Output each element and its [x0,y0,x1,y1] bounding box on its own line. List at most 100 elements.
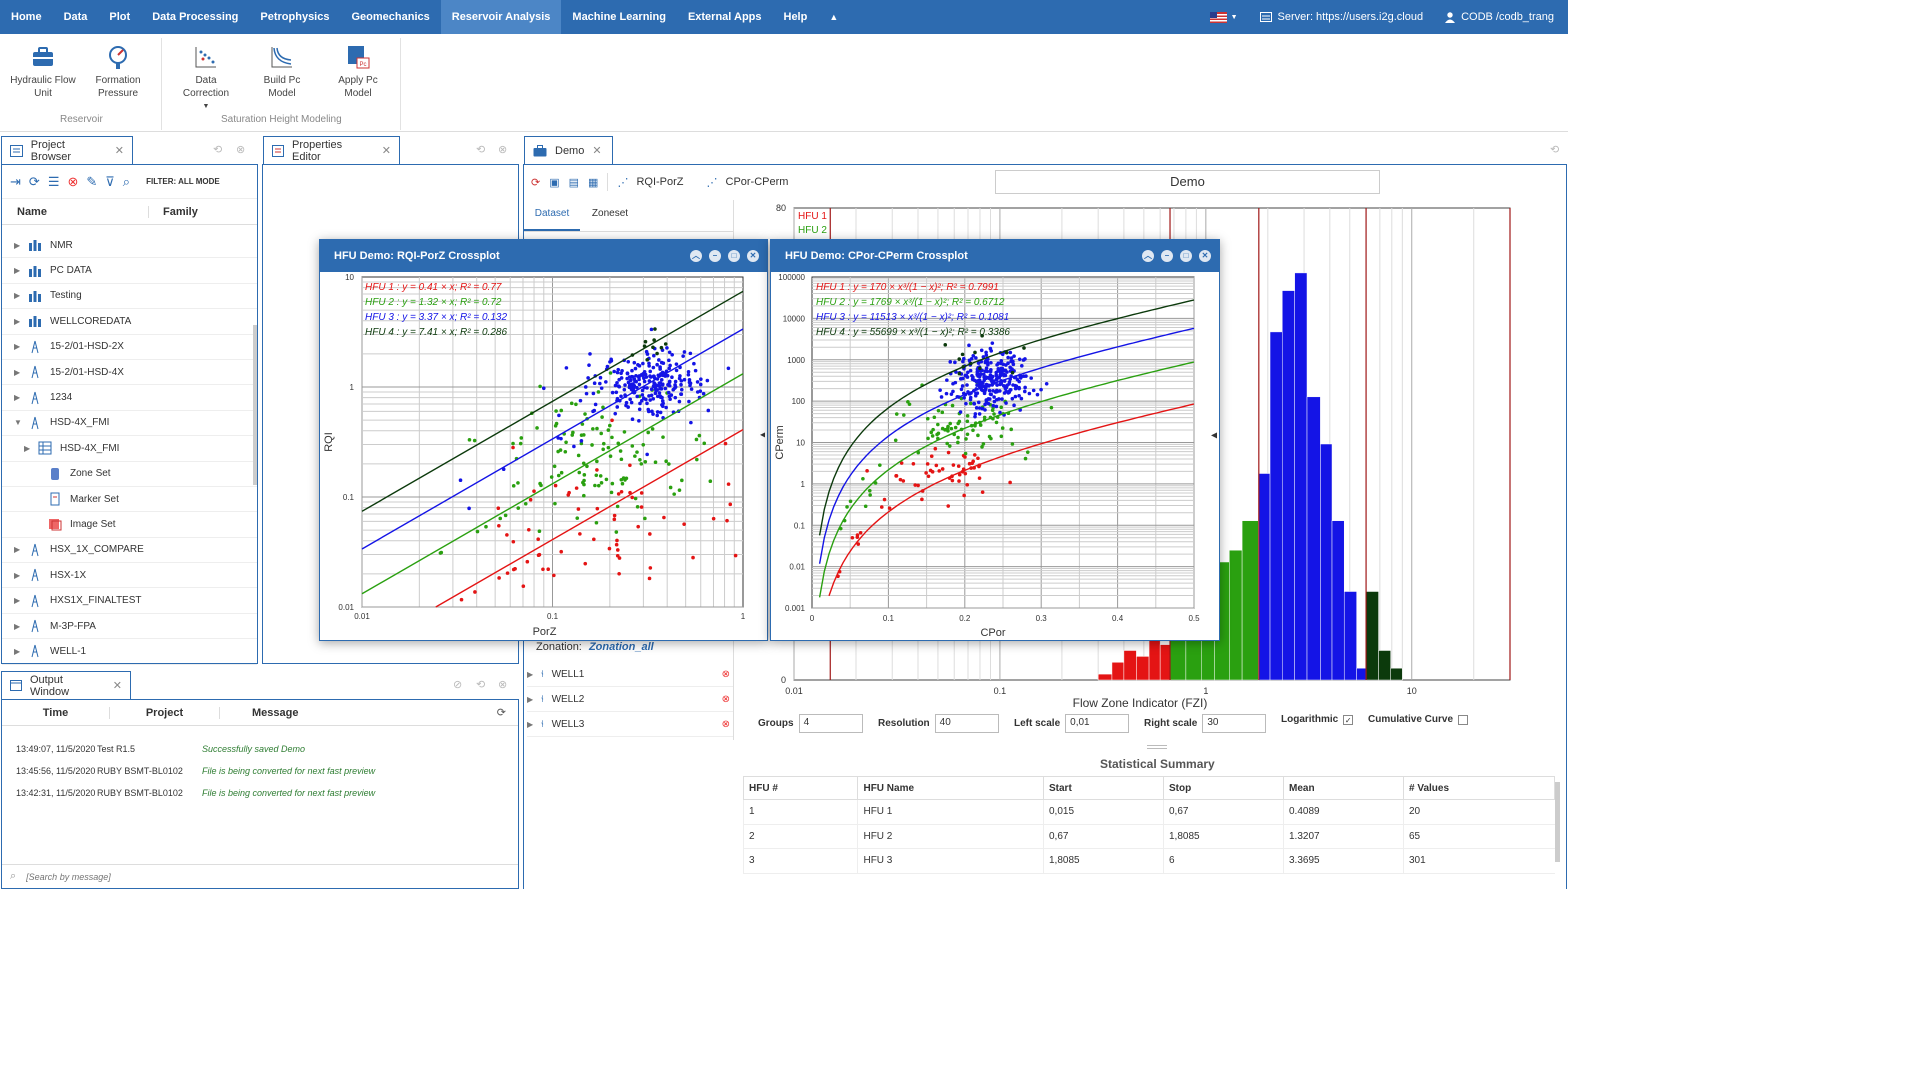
tree-item[interactable]: Marker Set [2,487,257,513]
menu-data[interactable]: Data [53,0,99,34]
resize-handle[interactable] [1147,745,1167,749]
logarithmic-checkbox[interactable]: ✓ [1343,714,1354,725]
panel-restore-icon[interactable]: ⟲ [1550,143,1559,156]
tree-item[interactable]: ▶ HSX_1X_COMPARE [2,538,257,564]
menu-data-processing[interactable]: Data Processing [141,0,249,34]
remove-icon[interactable]: ⊗ [722,669,730,680]
chevron-right-icon[interactable]: ▶ [14,342,24,351]
tab-demo[interactable]: Demo ✕ [524,136,613,164]
tree-item[interactable]: ▶ HSX-1X [2,563,257,589]
menu-home[interactable]: Home [0,0,53,34]
tree-item[interactable]: ▶ HXS1X_FINALTEST [2,588,257,614]
panel-close-icon[interactable]: ⊗ [498,143,507,156]
expand-icon[interactable]: ▶ [527,670,537,679]
tab-properties-editor[interactable]: Properties Editor ✕ [263,136,400,164]
minimize-icon[interactable]: – [709,250,721,262]
build-pc-model-button[interactable]: Build Pc Model [254,44,310,100]
save-icon[interactable]: ▣ [549,176,559,189]
tree-item[interactable]: Zone Set [2,462,257,487]
resolution-input[interactable]: 40 [934,714,999,733]
tree-item[interactable]: Image Set [2,512,257,538]
collapse-all-icon[interactable]: ☰ [48,174,60,190]
chevron-right-icon[interactable]: ▶ [14,622,24,631]
chevron-right-icon[interactable]: ▶ [14,545,24,554]
tab-output-window[interactable]: Output Window ✕ [1,671,131,699]
menu-external-apps[interactable]: External Apps [677,0,773,34]
well-row[interactable]: ▶ ⫮ WELL1 ⊗ [527,662,733,687]
scrollbar[interactable] [253,325,257,485]
column-name[interactable]: Name [2,205,149,218]
chevron-right-icon[interactable]: ▶ [14,266,24,275]
collapse-icon[interactable]: ︿ [690,250,702,262]
chevron-right-icon[interactable]: ▶ [14,596,24,605]
close-icon[interactable]: ✕ [382,144,391,157]
close-icon[interactable]: ✕ [113,679,122,692]
menu-machine-learning[interactable]: Machine Learning [561,0,677,34]
chevron-right-icon[interactable]: ▶ [14,393,24,402]
data-correction-button[interactable]: Data Correction ▼ [176,44,236,113]
import-icon[interactable]: ⇥ [10,174,21,190]
remove-icon[interactable]: ⊗ [722,694,730,705]
minimize-icon[interactable]: – [1161,250,1173,262]
chevron-right-icon[interactable]: ▶ [14,368,24,377]
tree-item[interactable]: ▶ 15-2/01-HSD-2X [2,335,257,360]
left-scale-input[interactable]: 0,01 [1065,714,1130,733]
column-family[interactable]: Family [149,206,198,218]
user-menu[interactable]: CODB /codb_trang [1445,11,1554,23]
tree-item[interactable]: ▼ HSD-4X_FMI [2,411,257,437]
close-icon[interactable]: ✕ [747,250,759,262]
close-icon[interactable]: ✕ [1199,250,1211,262]
tree-item[interactable]: ▶ M-3P-FPA [2,614,257,640]
panel-close-icon[interactable]: ⊗ [236,143,245,156]
table-row[interactable]: 3 HFU 3 1,8085 6 3.3695 301 [742,848,1555,874]
tree-item[interactable]: ▶ HSD-4X_FMI [2,436,257,462]
cpor-cperm-button[interactable]: ⋰ CPor-CPerm [707,176,789,189]
zonation-link[interactable]: Zonation_all [589,641,654,653]
menu-geomechanics[interactable]: Geomechanics [340,0,440,34]
edit-icon[interactable]: ✎ [86,174,97,190]
window-titlebar[interactable]: HFU Demo: RQI-PorZ Crossplot ︿ – □ ✕ [320,240,767,272]
tree-item[interactable]: ▶ WELLCOREDATA [2,309,257,335]
menu-reservoir-analysis[interactable]: Reservoir Analysis [440,0,562,34]
cumulative-checkbox[interactable] [1458,714,1469,725]
groups-input[interactable]: 4 [798,714,863,733]
panel-pin-icon[interactable]: ⊘ [453,678,462,691]
scrollbar[interactable] [1555,782,1560,862]
chevron-right-icon[interactable]: ▶ [14,571,24,580]
chevron-right-icon[interactable]: ▶ [14,291,24,300]
maximize-icon[interactable]: □ [728,250,740,262]
close-icon[interactable]: ✕ [115,144,124,157]
tab-project-browser[interactable]: Project Browser ✕ [1,136,133,164]
refresh-icon[interactable]: ⟳ [497,706,506,719]
table-row[interactable]: 1 HFU 1 0,015 0,67 0.4089 20 [742,799,1555,825]
tab-dataset[interactable]: Dataset [524,200,580,231]
language-flag-icon[interactable]: ▼ [1209,11,1238,23]
chevron-right-icon[interactable]: ▶ [14,647,24,656]
tree-item[interactable]: ▶ Testing [2,284,257,310]
tree-item[interactable]: ▶ NMR [2,233,257,259]
hydraulic-flow-unit-button[interactable]: Hydraulic Flow Unit [8,44,78,100]
collapse-icon[interactable]: ︿ [1142,250,1154,262]
tab-zoneset[interactable]: Zoneset [580,200,640,231]
tree-item[interactable]: ▶ WELL-1 [2,639,257,665]
tree-item[interactable]: ▶ PC DATA [2,258,257,284]
menu-help[interactable]: Help [773,0,819,34]
chevron-right-icon[interactable]: ▶ [24,444,34,453]
filter-mode-label[interactable]: FILTER: ALL MODE [146,177,220,186]
menu-petrophysics[interactable]: Petrophysics [249,0,340,34]
rqi-porz-button[interactable]: ⋰ RQI-PorZ [617,176,683,189]
filter-icon[interactable]: ⊽ [105,174,115,190]
chevron-down-icon[interactable]: ▼ [14,418,24,427]
well-row[interactable]: ▶ ⫮ WELL2 ⊗ [527,687,733,712]
window-titlebar[interactable]: HFU Demo: CPor-CPerm Crossplot ︿ – □ ✕ [771,240,1219,272]
expand-icon[interactable]: ▶ [527,695,537,704]
menu-plot[interactable]: Plot [98,0,141,34]
search-icon[interactable]: ⌕ [123,174,130,190]
output-search-input[interactable] [26,871,427,882]
panel-restore-icon[interactable]: ⟲ [476,678,485,691]
tree-item[interactable]: ▶ 1234 [2,385,257,411]
apply-pc-model-button[interactable]: Pc Apply Pc Model [330,44,386,100]
refresh-icon[interactable]: ⟳ [29,174,40,190]
formation-pressure-button[interactable]: Formation Pressure [86,44,150,100]
chevron-right-icon[interactable]: ▶ [14,317,24,326]
